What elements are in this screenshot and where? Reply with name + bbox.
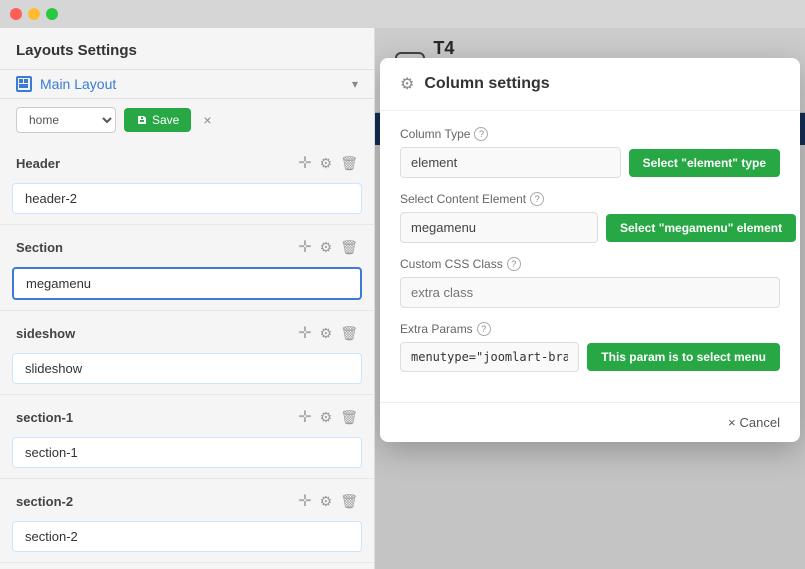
section-settings-icon[interactable]: ⚙	[320, 239, 333, 256]
header-section-actions: ✛ ⚙ 🗑	[298, 153, 358, 173]
minimize-window-button[interactable]	[28, 8, 40, 20]
left-panel: Layouts Settings Main Layout ▾ home Save…	[0, 28, 375, 569]
section2-item[interactable]: section-2	[12, 521, 362, 552]
slideshow-section-header: sideshow ✛ ⚙ 🗑	[0, 317, 374, 349]
css-class-help-icon[interactable]: ?	[507, 257, 521, 271]
extra-params-help-icon[interactable]: ?	[477, 322, 491, 336]
title-bar	[0, 0, 805, 28]
save-button[interactable]: Save	[124, 108, 191, 132]
section2-block: section-2 ✛ ⚙ 🗑 section-2	[0, 479, 374, 563]
section2-add-icon[interactable]: ✛	[298, 491, 311, 511]
close-window-button[interactable]	[10, 8, 22, 20]
header-item[interactable]: header-2	[12, 183, 362, 214]
css-class-input[interactable]	[400, 277, 780, 308]
section1-item[interactable]: section-1	[12, 437, 362, 468]
close-button[interactable]: ×	[203, 112, 211, 128]
select-megamenu-button[interactable]: Select "megamenu" element	[606, 214, 796, 242]
main-layout-row: Main Layout ▾	[0, 69, 374, 99]
slideshow-section-block: sideshow ✛ ⚙ 🗑 slideshow	[0, 311, 374, 395]
right-panel: T4 Blank Joomla 3 & 4 Ready JoomlArt Sha…	[375, 28, 805, 569]
section-add-icon[interactable]: ✛	[298, 237, 311, 257]
section1-delete-icon[interactable]: 🗑	[340, 409, 358, 426]
css-class-label: Custom CSS Class ?	[400, 257, 780, 271]
section1-settings-icon[interactable]: ⚙	[320, 409, 333, 426]
section-item-megamenu[interactable]: megamenu	[12, 267, 362, 300]
section1-header: section-1 ✛ ⚙ 🗑	[0, 401, 374, 433]
section1-add-icon[interactable]: ✛	[298, 407, 311, 427]
main-layout-label: Main Layout	[40, 76, 116, 92]
slideshow-item[interactable]: slideshow	[12, 353, 362, 384]
select-menu-button[interactable]: This param is to select menu	[587, 343, 780, 371]
header-add-icon[interactable]: ✛	[298, 153, 311, 173]
main-container: Layouts Settings Main Layout ▾ home Save…	[0, 28, 805, 569]
header-settings-icon[interactable]: ⚙	[320, 155, 333, 172]
content-element-help-icon[interactable]: ?	[530, 192, 544, 206]
extra-params-row: This param is to select menu	[400, 342, 780, 372]
header-section-label: Header	[16, 156, 60, 171]
cancel-icon: ×	[728, 415, 736, 430]
panel-title: Layouts Settings	[0, 28, 374, 69]
home-row: home Save ×	[0, 99, 374, 141]
column-type-help-icon[interactable]: ?	[474, 127, 488, 141]
modal-footer: × Cancel	[380, 402, 800, 442]
header-section-block: Header ✛ ⚙ 🗑 header-2	[0, 141, 374, 225]
extra-params-group: Extra Params ? This param is to select m…	[400, 322, 780, 372]
section2-label: section-2	[16, 494, 73, 509]
slideshow-delete-icon[interactable]: 🗑	[340, 325, 358, 342]
slideshow-section-actions: ✛ ⚙ 🗑	[298, 323, 358, 343]
section-delete-icon[interactable]: 🗑	[340, 239, 358, 256]
column-type-group: Column Type ? Select "element" type	[400, 127, 780, 178]
section2-header: section-2 ✛ ⚙ 🗑	[0, 485, 374, 517]
extra-params-label: Extra Params ?	[400, 322, 780, 336]
section1-block: section-1 ✛ ⚙ 🗑 section-1	[0, 395, 374, 479]
cancel-button[interactable]: × Cancel	[728, 415, 780, 430]
column-type-label: Column Type ?	[400, 127, 780, 141]
section1-actions: ✛ ⚙ 🗑	[298, 407, 358, 427]
select-element-type-button[interactable]: Select "element" type	[629, 149, 780, 177]
column-settings-modal: ⚙ Column settings Column Type ? Select "…	[380, 58, 800, 442]
section2-settings-icon[interactable]: ⚙	[320, 493, 333, 510]
header-section-header: Header ✛ ⚙ 🗑	[0, 147, 374, 179]
extra-params-input[interactable]	[400, 342, 579, 372]
content-element-group: Select Content Element ? Select "megamen…	[400, 192, 780, 243]
main-layout-toggle[interactable]: Main Layout	[16, 76, 116, 92]
column-type-row: Select "element" type	[400, 147, 780, 178]
section2-actions: ✛ ⚙ 🗑	[298, 491, 358, 511]
layout-icon	[16, 76, 32, 92]
chevron-down-icon: ▾	[352, 77, 358, 91]
modal-overlay: ⚙ Column settings Column Type ? Select "…	[375, 28, 805, 569]
modal-body: Column Type ? Select "element" type Sele…	[380, 111, 800, 402]
maximize-window-button[interactable]	[46, 8, 58, 20]
section-section-label: Section	[16, 240, 63, 255]
modal-title: Column settings	[424, 75, 549, 93]
home-select[interactable]: home	[16, 107, 116, 133]
gear-icon: ⚙	[400, 74, 414, 94]
slideshow-add-icon[interactable]: ✛	[298, 323, 311, 343]
css-class-group: Custom CSS Class ?	[400, 257, 780, 308]
section2-delete-icon[interactable]: 🗑	[340, 493, 358, 510]
content-element-row: Select "megamenu" element	[400, 212, 780, 243]
modal-header: ⚙ Column settings	[380, 58, 800, 111]
header-delete-icon[interactable]: 🗑	[340, 155, 358, 172]
column-type-input[interactable]	[400, 147, 621, 178]
slideshow-section-label: sideshow	[16, 326, 75, 341]
section1-label: section-1	[16, 410, 73, 425]
content-element-label: Select Content Element ?	[400, 192, 780, 206]
slideshow-settings-icon[interactable]: ⚙	[320, 325, 333, 342]
section-block: Section ✛ ⚙ 🗑 megamenu	[0, 225, 374, 311]
section-section-actions: ✛ ⚙ 🗑	[298, 237, 358, 257]
content-element-input[interactable]	[400, 212, 598, 243]
section3-block: section-3 ✛ ⚙ 🗑 section-3	[0, 563, 374, 569]
section-section-header: Section ✛ ⚙ 🗑	[0, 231, 374, 263]
